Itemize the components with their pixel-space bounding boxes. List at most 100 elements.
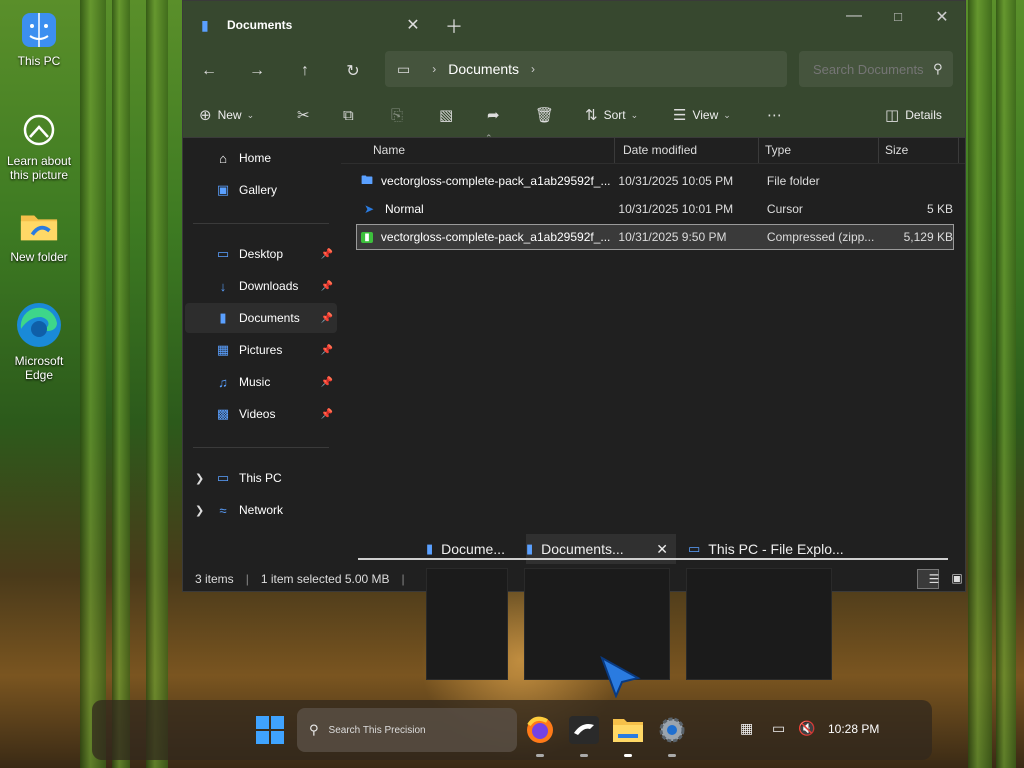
details-view-button[interactable]: ☰ [917,569,939,589]
eagle-app-icon [569,716,599,744]
search-box[interactable]: ⚲ [799,51,953,87]
view-button[interactable]: ☰ View ⌄ [673,103,731,127]
running-indicator [536,754,544,757]
maximize-button[interactable]: □ [875,9,921,24]
desktop-icon-label: Microsoft Edge [14,354,64,382]
pin-icon: 📌 [320,376,333,388]
trash-icon: 🗑 [535,107,555,124]
chevron-right-icon[interactable]: › [531,62,535,76]
ellipsis-icon: ⋯ [767,107,782,124]
preview-divider [358,558,948,560]
table-row[interactable]: 🖿 vectorgloss-complete-pack_a1ab29592f_..… [357,169,953,193]
sidebar-item-downloads[interactable]: ↓ Downloads 📌 [185,271,337,301]
running-indicator [668,754,676,757]
close-tab-icon[interactable]: ✕ [403,15,423,35]
rename-icon: ▧ [439,107,454,124]
explorer-tab[interactable]: ▮ Documents ✕ [191,7,423,43]
this-pc-icon [19,10,59,50]
mouse-cursor-icon [600,655,641,698]
up-button[interactable]: ↑ [281,62,329,80]
sidebar-item-this-pc[interactable]: ❯ ▭ This PC [185,463,337,493]
desktop-icon-this-pc[interactable]: This PC [4,10,74,68]
documents-icon: ▮ [426,541,434,556]
sidebar-item-home[interactable]: ⌂ Home [185,143,337,173]
taskbar: ⚲ Search This Precision ▦ ▭ 🔇 10:28 PM [92,700,932,760]
desktop-icon-edge[interactable]: Microsoft Edge [4,300,74,382]
column-header-name[interactable]: Name [341,137,615,163]
window-thumbnail-1[interactable] [426,568,508,680]
sidebar-item-gallery[interactable]: ▣ Gallery [185,175,337,205]
desktop-icon-new-folder[interactable]: New folder [4,206,74,264]
sort-button[interactable]: ⇅ Sort ⌄ [585,103,638,127]
share-button[interactable]: ➦ [487,103,506,127]
list-view-icon: ☰ [928,572,940,586]
sidebar-item-music[interactable]: ♫ Music 📌 [185,367,337,397]
back-button[interactable]: ← [185,62,233,80]
rename-button[interactable]: ▧ [439,103,459,127]
address-bar[interactable]: ▭ › Documents › [385,51,787,87]
table-row-selected[interactable]: ▮ vectorgloss-complete-pack_a1ab29592f_..… [356,224,954,250]
edge-icon [15,300,63,350]
sort-icon: ⇅ [585,107,598,124]
close-icon[interactable]: ✕ [656,541,668,558]
sort-label: Sort [603,108,626,122]
details-pane-icon: ◫ [885,107,900,124]
pin-icon: 📌 [320,344,333,356]
sidebar-item-label: Home [239,151,272,165]
search-input[interactable] [811,60,927,78]
table-row[interactable]: ➤ Normal 10/31/2025 10:01 PM Cursor 5 KB [357,197,953,221]
column-header-row: Name Date modified Type Size [341,137,965,164]
chevron-down-icon: ⌄ [246,109,255,120]
copy-button[interactable]: ⧉ [343,103,360,127]
file-type: Compressed (zipp... [766,230,875,244]
sidebar-item-network[interactable]: ❯ ≈ Network [185,495,337,525]
refresh-button[interactable]: ↻ [329,61,377,81]
taskbar-file-explorer[interactable] [610,712,646,748]
cut-button[interactable]: ✂ [297,103,316,127]
desktop-icon-learn-about[interactable]: Learn about this picture [4,110,74,182]
file-explorer-icon [613,719,643,742]
file-type: File folder [766,174,820,188]
taskbar-search-placeholder: Search This Precision [328,724,426,736]
chevron-down-icon: ⌄ [723,109,731,120]
taskbar-search-box[interactable]: ⚲ Search This Precision [297,708,517,752]
sidebar-item-documents[interactable]: ▮ Documents 📌 [185,303,337,333]
column-header-date[interactable]: Date modified [615,137,759,163]
more-options-button[interactable]: ⋯ [767,103,788,127]
scissors-icon: ✂ [297,107,310,124]
sidebar-item-label: Documents [239,311,300,325]
delete-button[interactable]: 🗑 [535,103,560,127]
sidebar-item-label: Desktop [239,247,284,261]
breadcrumb-documents[interactable]: Documents [448,61,519,77]
sidebar-item-pictures[interactable]: ▦ Pictures 📌 [185,335,337,365]
taskbar-app-eagle[interactable] [566,712,602,748]
sort-arrow-icon: ⌃ [485,133,493,143]
system-clock[interactable]: 10:28 PM [828,722,879,736]
sidebar-item-label: Gallery [239,183,278,197]
paste-button[interactable]: ⎘ [391,103,409,127]
forward-button[interactable]: → [233,62,281,80]
cursor-file-icon: ➤ [363,202,375,216]
chevron-right-icon[interactable]: ❯ [195,504,204,517]
chevron-right-icon[interactable]: ❯ [195,472,204,485]
taskbar-settings[interactable] [654,712,690,748]
column-header-type[interactable]: Type [759,137,879,163]
music-icon: ♫ [218,374,228,390]
details-button[interactable]: ◫ Details [885,103,942,127]
minimize-button[interactable]: — [831,7,877,25]
tiles-view-button[interactable]: ▣ [941,569,962,587]
sidebar-item-desktop[interactable]: ▭ Desktop 📌 [185,239,337,269]
pc-icon: ▭ [688,541,701,556]
taskbar-firefox[interactable] [522,712,558,748]
qr-code-icon[interactable]: ▦ [740,720,753,737]
new-tab-button[interactable]: ＋ [445,13,463,39]
new-button[interactable]: ⊕ New ⌄ [199,103,254,127]
close-window-button[interactable]: ✕ [919,7,965,27]
display-icon[interactable]: ▭ [772,720,785,737]
window-thumbnail-3[interactable] [686,568,832,680]
sidebar-item-videos[interactable]: ▩ Videos 📌 [185,399,337,429]
volume-muted-icon[interactable]: 🔇 [798,720,815,737]
start-button[interactable] [252,712,288,748]
window-thumbnail-2[interactable] [524,568,670,680]
column-header-size[interactable]: Size [879,137,959,163]
